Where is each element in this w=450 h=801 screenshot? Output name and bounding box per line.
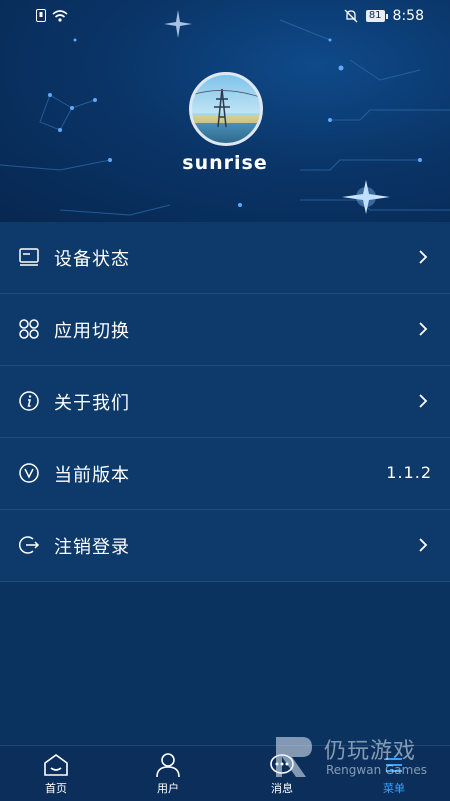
- version-icon: [19, 463, 39, 483]
- menu-icon: [386, 758, 402, 772]
- tab-menu[interactable]: 菜单: [338, 746, 450, 801]
- monitor-icon: [19, 248, 39, 266]
- clock: 8:58: [392, 8, 424, 24]
- chevron-right-icon: [419, 538, 428, 552]
- settings-menu: 设备状态 应用切换 关于我们 当前版本 1.1.2 注销登录: [0, 222, 450, 582]
- battery-icon: 81: [365, 10, 388, 22]
- menu-item-logout[interactable]: 注销登录: [0, 510, 450, 582]
- menu-item-label: 设备状态: [54, 249, 130, 270]
- menu-item-label: 关于我们: [54, 393, 130, 414]
- tab-home[interactable]: 首页: [0, 746, 112, 801]
- tab-user[interactable]: 用户: [112, 746, 224, 801]
- bottom-tab-bar: 首页 用户 消息 菜单: [0, 745, 450, 801]
- home-icon: [44, 754, 68, 776]
- chevron-right-icon: [419, 394, 428, 408]
- menu-item-app-switch[interactable]: 应用切换: [0, 294, 450, 366]
- mute-bell-icon: [344, 9, 358, 23]
- status-bar: 81 8:58: [0, 0, 450, 34]
- menu-item-label: 注销登录: [54, 537, 130, 558]
- menu-item-device-status[interactable]: 设备状态: [0, 222, 450, 294]
- avatar[interactable]: [189, 72, 263, 146]
- tab-label: 首页: [45, 782, 67, 795]
- info-icon: [19, 391, 39, 411]
- tab-label: 用户: [157, 782, 179, 795]
- menu-item-current-version: 当前版本 1.1.2: [0, 438, 450, 510]
- version-value: 1.1.2: [386, 463, 432, 482]
- chevron-right-icon: [419, 322, 428, 336]
- apps-grid-icon: [19, 319, 39, 339]
- wifi-icon: [52, 9, 68, 22]
- username: sunrise: [182, 152, 268, 174]
- menu-item-label: 应用切换: [54, 321, 130, 342]
- message-icon: [270, 754, 294, 774]
- tab-label: 消息: [271, 782, 293, 795]
- logout-icon: [18, 536, 40, 554]
- chevron-right-icon: [419, 250, 428, 264]
- tab-message[interactable]: 消息: [226, 746, 338, 801]
- empty-area: [0, 582, 450, 745]
- menu-item-about-us[interactable]: 关于我们: [0, 366, 450, 438]
- user-icon: [156, 753, 180, 778]
- tab-label: 菜单: [383, 782, 405, 795]
- sim-icon: [36, 9, 46, 22]
- menu-item-label: 当前版本: [54, 465, 130, 486]
- power-tower-image: [192, 88, 260, 128]
